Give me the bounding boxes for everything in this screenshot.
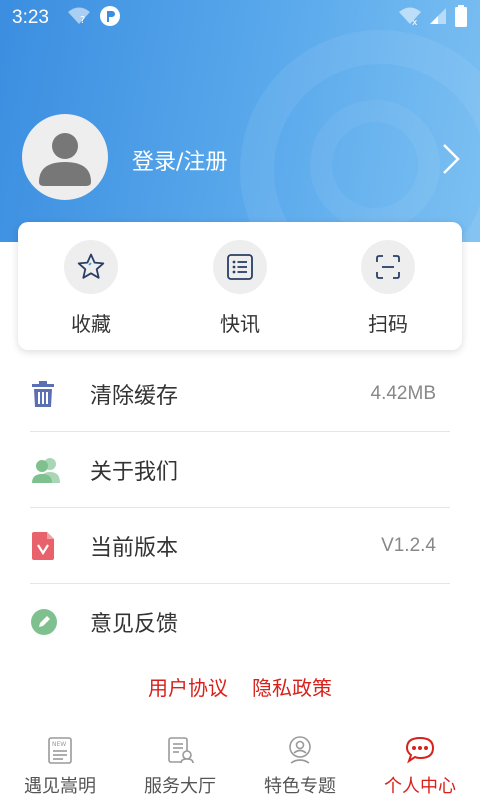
quick-action-favorites[interactable]: 收藏: [51, 240, 131, 340]
status-bar: 3:23 ? x: [0, 0, 480, 36]
app-notification-icon: [99, 5, 121, 31]
wifi-off-icon: x: [398, 6, 422, 30]
topic-icon: [282, 732, 318, 768]
menu-item-about-us[interactable]: 关于我们: [30, 432, 450, 508]
news-flash-circle: [213, 240, 267, 294]
menu-item-feedback[interactable]: 意见反馈: [30, 584, 450, 660]
feedback-label: 意见反馈: [90, 612, 179, 637]
nav-tab-special-topics[interactable]: 特色专题: [240, 728, 360, 800]
news-flash-label: 快讯: [220, 312, 260, 336]
quick-actions-card: 收藏 快讯 扫码: [18, 222, 462, 350]
star-icon: [77, 253, 105, 279]
chat-bubble-icon: [402, 732, 438, 768]
news-icon: NEW: [42, 732, 78, 768]
nav-tab-service-hall[interactable]: 服务大厅: [120, 728, 240, 800]
scan-icon: [376, 255, 400, 279]
about-us-label: 关于我们: [90, 460, 179, 485]
users-icon: [30, 450, 70, 490]
quick-action-news-flash[interactable]: 快讯: [200, 240, 280, 340]
current-version-label: 当前版本: [90, 536, 179, 561]
user-silhouette-icon: [39, 133, 91, 186]
nav-label: 特色专题: [264, 776, 336, 797]
bottom-navigation: NEW 遇见嵩明 服务大厅 特色专题 个人中心: [0, 728, 480, 800]
version-value: V1.2.4: [381, 535, 436, 556]
scan-label: 扫码: [368, 312, 408, 336]
user-agreement-link[interactable]: 用户协议: [148, 672, 228, 706]
wifi-question-icon: ?: [67, 6, 91, 30]
scan-circle: [361, 240, 415, 294]
avatar[interactable]: [22, 114, 108, 200]
list-icon: [227, 254, 253, 280]
svg-text:x: x: [412, 18, 418, 26]
svg-text:?: ?: [80, 15, 85, 26]
nav-label: 遇见嵩明: [24, 776, 96, 797]
legal-links: 用户协议 隐私政策: [0, 672, 480, 706]
header-decoration-inner: [310, 100, 440, 230]
nav-tab-meet-songming[interactable]: NEW 遇见嵩明: [0, 728, 120, 800]
trash-icon: [30, 374, 70, 414]
privacy-policy-link[interactable]: 隐私政策: [252, 672, 332, 706]
favorites-label: 收藏: [71, 312, 111, 336]
battery-icon: [454, 5, 468, 31]
svg-text:NEW: NEW: [52, 741, 66, 748]
menu-item-current-version[interactable]: 当前版本 V1.2.4: [30, 508, 450, 584]
cache-size-value: 4.42MB: [370, 383, 436, 404]
login-register-link[interactable]: 登录/注册: [132, 144, 227, 176]
favorites-circle: [64, 240, 118, 294]
version-document-icon: [30, 526, 70, 566]
service-hall-icon: [162, 732, 198, 768]
status-time: 3:23: [12, 7, 49, 28]
signal-icon: [428, 6, 448, 30]
nav-tab-personal-center[interactable]: 个人中心: [360, 728, 480, 800]
chevron-right-icon[interactable]: [440, 142, 462, 176]
menu-item-clear-cache[interactable]: 清除缓存 4.42MB: [30, 356, 450, 432]
nav-label: 服务大厅: [144, 776, 216, 797]
pencil-circle-icon: [30, 602, 70, 642]
quick-action-scan[interactable]: 扫码: [348, 240, 428, 340]
nav-label: 个人中心: [384, 776, 456, 797]
clear-cache-label: 清除缓存: [90, 384, 179, 409]
